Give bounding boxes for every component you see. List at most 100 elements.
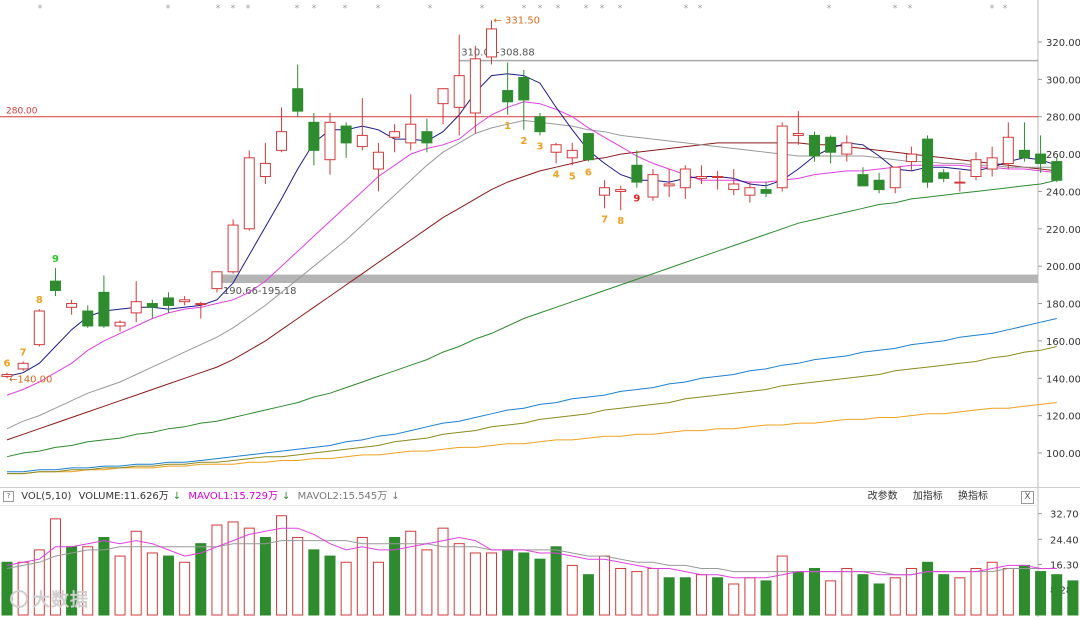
candle-body[interactable] [857, 174, 869, 187]
volume-bar[interactable] [195, 543, 207, 616]
candle-body[interactable] [98, 291, 110, 327]
event-marker-icon[interactable]: * [376, 4, 381, 14]
volume-bar[interactable] [534, 558, 546, 616]
volume-bar[interactable] [550, 546, 562, 616]
candle-body[interactable] [82, 310, 94, 327]
volume-bar[interactable] [905, 567, 917, 616]
candle-body[interactable] [712, 176, 724, 179]
candle-body[interactable] [372, 151, 384, 170]
candle-body[interactable] [1051, 161, 1063, 181]
event-marker-icon[interactable]: * [312, 4, 317, 14]
volume-bar[interactable] [259, 536, 271, 616]
candle-body[interactable] [695, 176, 707, 179]
volume-bar[interactable] [970, 567, 982, 616]
edit-params-button[interactable]: 改参数 [868, 491, 898, 502]
event-marker-icon[interactable]: * [428, 4, 433, 14]
candle-body[interactable] [550, 144, 562, 153]
candle-body[interactable] [1002, 136, 1014, 164]
event-marker-icon[interactable]: * [684, 4, 689, 14]
volume-bar[interactable] [1002, 567, 1014, 616]
help-icon[interactable]: ? [3, 490, 14, 502]
switch-indicator-button[interactable]: 换指标 [958, 491, 988, 502]
candle-body[interactable] [243, 157, 255, 230]
event-marker-icon[interactable]: * [166, 4, 171, 14]
volume-bar[interactable] [308, 549, 320, 616]
event-marker-icon[interactable]: * [618, 4, 623, 14]
candle-body[interactable] [66, 303, 78, 308]
volume-bar[interactable] [809, 567, 820, 616]
volume-bar[interactable] [486, 552, 497, 616]
volume-bar[interactable] [663, 577, 675, 616]
volume-bar[interactable] [114, 555, 126, 616]
volume-bar[interactable] [146, 552, 158, 616]
event-marker-icon[interactable]: * [990, 4, 995, 14]
volume-bar[interactable] [292, 536, 304, 616]
volume-bar[interactable] [1018, 564, 1030, 616]
volume-bar[interactable] [986, 561, 998, 616]
candle-body[interactable] [760, 189, 772, 194]
volume-bar[interactable] [760, 580, 772, 616]
candle-body[interactable] [518, 76, 530, 101]
volume-bar[interactable] [421, 549, 433, 616]
volume-bar[interactable] [340, 561, 352, 616]
volume-bar[interactable] [825, 580, 837, 616]
candle-body[interactable] [841, 142, 853, 155]
volume-bar[interactable] [356, 536, 368, 616]
volume-bar[interactable] [712, 577, 724, 616]
candle-body[interactable] [163, 297, 174, 306]
volume-bar[interactable] [211, 524, 223, 616]
volume-bar[interactable] [728, 583, 740, 616]
close-indicator-button[interactable]: X [1021, 491, 1034, 504]
candle-body[interactable] [486, 28, 497, 58]
candle-body[interactable] [356, 134, 368, 148]
vol-indicator-name[interactable]: VOL(5,10) [21, 491, 71, 502]
candle-body[interactable] [534, 116, 546, 133]
volume-bar[interactable] [857, 574, 869, 616]
candle-body[interactable] [130, 301, 142, 314]
volume-bar[interactable] [679, 577, 691, 616]
candle-body[interactable] [776, 125, 788, 189]
add-indicator-button[interactable]: 加指标 [913, 491, 943, 502]
candle-body[interactable] [889, 166, 901, 189]
volume-bar[interactable] [615, 567, 627, 616]
candle-body[interactable] [405, 123, 417, 144]
volume-bar[interactable] [582, 574, 594, 616]
event-marker-icon[interactable]: * [908, 4, 913, 14]
event-marker-icon[interactable]: * [480, 4, 485, 14]
candle-body[interactable] [679, 168, 691, 189]
event-marker-icon[interactable]: * [522, 4, 527, 14]
volume-bar[interactable] [841, 567, 853, 616]
volume-bar[interactable] [1067, 580, 1079, 616]
event-marker-icon[interactable]: * [295, 4, 300, 14]
event-marker-icon[interactable]: * [584, 4, 589, 14]
volume-bar[interactable] [566, 564, 578, 616]
candle-body[interactable] [340, 125, 352, 144]
candle-body[interactable] [146, 303, 158, 308]
candle-body[interactable] [938, 172, 950, 179]
volume-bar[interactable] [873, 583, 885, 616]
volume-bar[interactable] [599, 555, 611, 616]
event-marker-icon[interactable]: * [600, 4, 605, 14]
event-marker-icon[interactable]: * [38, 4, 43, 14]
candle-body[interactable] [647, 174, 659, 198]
candle-body[interactable] [33, 310, 45, 346]
candle-body[interactable] [421, 131, 433, 144]
candle-body[interactable] [582, 133, 594, 161]
volume-bar[interactable] [518, 552, 530, 616]
volume-bar[interactable] [647, 567, 659, 616]
kline-chart[interactable]: * * * * * * * * * * * * * * * * * * * * * * * * 320.00 300.00 280.… [0, 0, 1080, 617]
candle-body[interactable] [825, 136, 837, 153]
candle-body[interactable] [905, 153, 917, 163]
candle-body[interactable] [809, 134, 820, 157]
candle-body[interactable] [502, 90, 514, 103]
candle-body[interactable] [227, 224, 239, 273]
event-marker-icon[interactable]: * [827, 4, 832, 14]
volume-bar[interactable] [954, 577, 966, 616]
candle-body[interactable] [49, 280, 61, 291]
volume-bar[interactable] [372, 561, 384, 616]
volume-bar[interactable] [276, 515, 288, 616]
candle-body[interactable] [744, 187, 756, 196]
volume-bar[interactable] [469, 552, 481, 616]
candle-body[interactable] [663, 183, 675, 187]
event-marker-icon[interactable]: * [231, 4, 236, 14]
